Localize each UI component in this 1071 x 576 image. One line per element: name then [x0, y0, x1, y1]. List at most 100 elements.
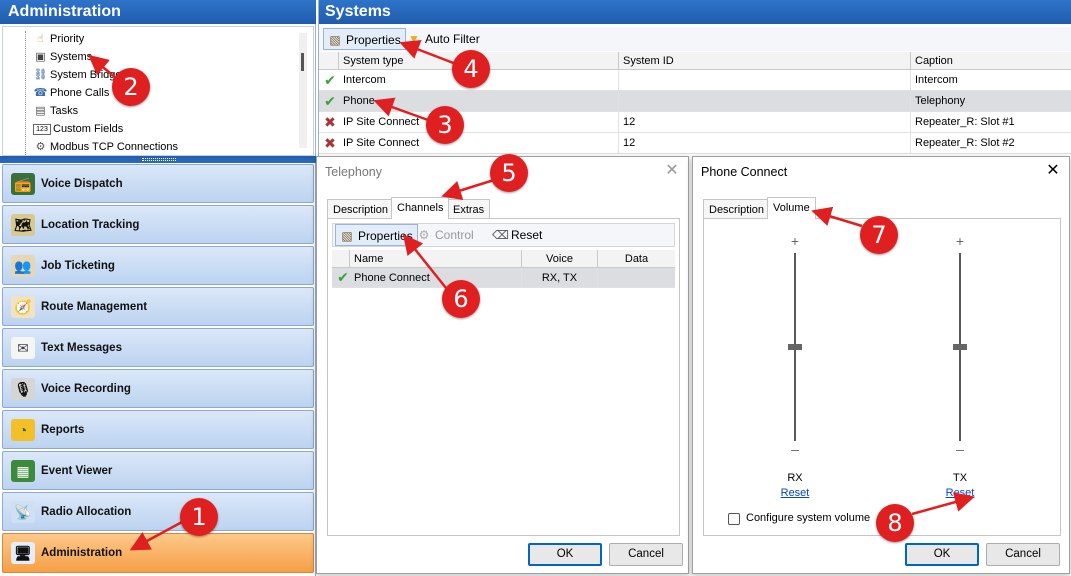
column-voice[interactable]: Voice: [522, 250, 598, 268]
check-icon: ✔: [324, 93, 336, 109]
annotation-marker-8: 8: [876, 504, 914, 542]
tab-description[interactable]: Description: [703, 199, 771, 219]
nav-job-ticketing[interactable]: 👥 Job Ticketing: [2, 246, 314, 285]
tab-channels[interactable]: Channels: [391, 197, 450, 219]
nav-reports[interactable]: ◔ Reports: [2, 410, 314, 449]
tree-scrollbar-thumb[interactable]: [301, 53, 304, 71]
error-x-icon: ✖: [324, 114, 336, 130]
splitter-grip[interactable]: [142, 158, 176, 161]
rx-plus-label: +: [790, 233, 800, 249]
telephony-cancel-button[interactable]: Cancel: [609, 543, 683, 566]
telephony-dialog: Telephony ✕ Description Channels Extras …: [316, 156, 689, 574]
phone-connect-cancel-button[interactable]: Cancel: [986, 543, 1060, 566]
radio-allocation-icon: 📡: [11, 501, 35, 523]
tree-item-modbus-tcp[interactable]: ⚙ Modbus TCP Connections: [33, 138, 178, 155]
rx-label: RX: [787, 472, 803, 484]
close-icon[interactable]: ✕: [1045, 163, 1061, 179]
location-icon: 🗺: [11, 214, 35, 236]
configure-system-volume-checkbox[interactable]: [728, 513, 740, 525]
channel-properties-button[interactable]: ▧ Properties: [335, 224, 418, 246]
admin-tree: ☝ Priority ▣ Systems ⛓ System Bridge ☎ Phone…: [2, 26, 314, 156]
tx-minus-label: –: [956, 441, 964, 457]
tree-item-system-bridge[interactable]: ⛓ System Bridge: [33, 66, 122, 84]
annotation-marker-2: 2: [112, 68, 150, 106]
control-button[interactable]: ⚙ Control: [413, 224, 478, 246]
hand-icon: ☝: [37, 33, 44, 46]
reset-button[interactable]: ⌫ Reset: [489, 224, 546, 246]
route-icon: 🧭: [11, 296, 35, 318]
tree-item-systems[interactable]: ▣ Systems: [33, 48, 92, 66]
nav-voice-recording[interactable]: 🎙 Voice Recording: [2, 369, 314, 408]
chart-icon: ◔: [11, 419, 35, 441]
status-column-header[interactable]: [332, 250, 350, 268]
auto-filter-button[interactable]: ▼ Auto Filter: [403, 28, 484, 50]
annotation-marker-1: 1: [180, 498, 218, 536]
systems-header: Systems: [319, 0, 1071, 24]
radio-icon: 📻: [11, 173, 35, 195]
table-row[interactable]: ✔ Phone Connect RX, TX: [332, 268, 675, 288]
table-row[interactable]: ✔ Phone Telephony: [319, 91, 1071, 112]
properties-button[interactable]: ▧ Properties: [323, 28, 406, 50]
nav-route-management[interactable]: 🧭 Route Management: [2, 287, 314, 326]
control-icon: ⚙: [418, 228, 430, 242]
nav-administration[interactable]: 🖥 Administration: [2, 533, 314, 573]
systems-icon: ▣: [35, 51, 46, 64]
properties-icon: ▧: [341, 229, 353, 243]
tree-item-priority[interactable]: ☝ Priority: [33, 30, 84, 48]
telephony-ok-button[interactable]: OK: [528, 543, 602, 566]
tree-item-phone-calls[interactable]: ☎ Phone Calls: [33, 84, 110, 102]
tree-scrollbar[interactable]: [299, 33, 307, 148]
ticket-icon: 👥: [11, 255, 35, 277]
tasks-icon: ▤: [35, 105, 46, 118]
nav-voice-dispatch[interactable]: 📻 Voice Dispatch: [2, 164, 314, 203]
tab-description[interactable]: Description: [327, 199, 395, 219]
column-data[interactable]: Data: [598, 250, 675, 268]
annotation-marker-6: 6: [442, 280, 480, 318]
modbus-icon: ⚙: [35, 141, 46, 154]
tree-connector-line: [25, 31, 26, 155]
error-x-icon: ✖: [324, 135, 336, 151]
configure-system-volume-label: Configure system volume: [746, 512, 871, 524]
rx-reset-link[interactable]: Reset: [775, 487, 815, 499]
systems-toolbar: ▧ Properties ▼ Auto Filter: [319, 27, 1071, 51]
left-pane: Administration ☝ Priority ▣ Systems ⛓ Syste…: [0, 0, 316, 576]
channels-toolbar: ▧ Properties ⚙ Control ⌫ Reset: [332, 223, 675, 247]
status-column-header[interactable]: [319, 52, 339, 70]
tx-label: TX: [952, 472, 968, 484]
tree-item-tasks[interactable]: ▤ Tasks: [33, 102, 78, 120]
nav-text-messages[interactable]: ✉ Text Messages: [2, 328, 314, 367]
rx-volume-slider[interactable]: [788, 253, 802, 441]
tab-volume[interactable]: Volume: [767, 197, 816, 219]
rx-slider-thumb[interactable]: [788, 344, 802, 350]
event-icon: ▦: [11, 460, 35, 482]
rx-minus-label: –: [791, 441, 799, 457]
close-icon[interactable]: ✕: [664, 163, 680, 179]
channels-grid-header: Name Voice Data: [332, 250, 675, 268]
table-row[interactable]: ✔ Intercom Intercom: [319, 70, 1071, 91]
pane-splitter[interactable]: [0, 156, 316, 163]
tree-item-custom-fields[interactable]: 123 Custom Fields: [33, 120, 123, 138]
tx-plus-label: +: [955, 233, 965, 249]
phone-connect-ok-button[interactable]: OK: [905, 543, 979, 566]
column-system-id[interactable]: System ID: [619, 52, 911, 70]
column-name[interactable]: Name: [350, 250, 522, 268]
tx-volume-slider[interactable]: [953, 253, 967, 441]
funnel-icon: ▼: [408, 32, 420, 46]
admin-icon: 🖥: [11, 542, 35, 564]
nav-location-tracking[interactable]: 🗺 Location Tracking: [2, 205, 314, 244]
annotation-marker-7: 7: [860, 216, 898, 254]
phone-connect-dialog-title: Phone Connect: [701, 165, 788, 179]
annotation-marker-5: 5: [490, 154, 528, 192]
bridge-icon: ⛓: [33, 69, 48, 82]
nav-radio-allocation[interactable]: 📡 Radio Allocation: [2, 492, 314, 531]
nav-event-viewer[interactable]: ▦ Event Viewer: [2, 451, 314, 490]
tx-reset-link[interactable]: Reset: [940, 487, 980, 499]
systems-grid-header: System type System ID Caption: [319, 52, 1071, 70]
column-caption[interactable]: Caption: [911, 52, 1071, 70]
channels-panel: ▧ Properties ⚙ Control ⌫ Reset Name Voice D…: [327, 218, 680, 536]
tab-extras[interactable]: Extras: [447, 199, 491, 219]
phone-icon: ☎: [33, 87, 48, 100]
annotation-marker-3: 3: [426, 106, 464, 144]
microphone-icon: 🎙: [11, 378, 35, 400]
tx-slider-thumb[interactable]: [953, 344, 967, 350]
